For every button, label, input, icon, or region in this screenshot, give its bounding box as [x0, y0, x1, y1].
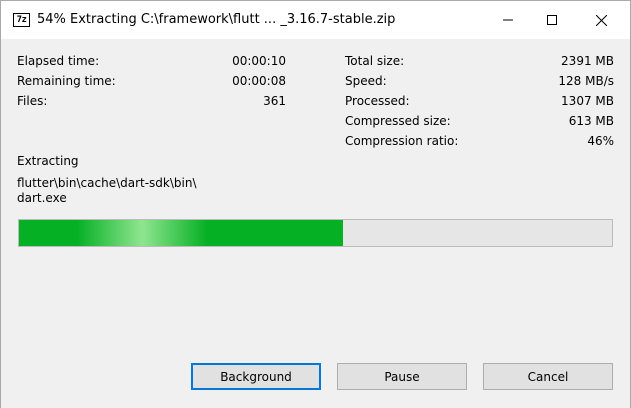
- minimize-icon: [503, 19, 513, 21]
- maximize-icon: [547, 15, 557, 25]
- compression-ratio-value: 46%: [587, 134, 614, 148]
- minimize-button[interactable]: [484, 1, 532, 39]
- title-bar[interactable]: 7z 54% Extracting C:\framework\flutt ...…: [1, 1, 630, 39]
- maximize-button[interactable]: [528, 1, 576, 39]
- files-label: Files:: [17, 94, 48, 108]
- window-title: 54% Extracting C:\framework\flutt ... _3…: [37, 12, 396, 27]
- files-value: 361: [263, 94, 286, 108]
- background-button[interactable]: Background: [191, 363, 321, 390]
- dialog-body: Elapsed time: 00:00:10 Remaining time: 0…: [1, 39, 630, 408]
- cancel-button[interactable]: Cancel: [483, 363, 613, 390]
- progress-bar-fill: [19, 220, 343, 246]
- current-file-name: dart.exe: [17, 191, 67, 205]
- compressed-size-value: 613 MB: [568, 114, 614, 128]
- elapsed-time-label: Elapsed time:: [17, 54, 100, 68]
- elapsed-time-value: 00:00:10: [232, 54, 286, 68]
- close-icon: [595, 14, 607, 26]
- total-size-value: 2391 MB: [561, 54, 614, 68]
- compressed-size-label: Compressed size:: [345, 114, 451, 128]
- extraction-progress-bar: [18, 219, 613, 247]
- processed-value: 1307 MB: [561, 94, 614, 108]
- compression-ratio-label: Compression ratio:: [345, 134, 459, 148]
- processed-label: Processed:: [345, 94, 410, 108]
- close-button[interactable]: [577, 1, 625, 39]
- 7zip-app-icon: 7z: [13, 13, 30, 27]
- remaining-time-value: 00:00:08: [232, 74, 286, 88]
- speed-label: Speed:: [345, 74, 387, 88]
- total-size-label: Total size:: [345, 54, 405, 68]
- pause-button[interactable]: Pause: [337, 363, 467, 390]
- extract-progress-window: 7z 54% Extracting C:\framework\flutt ...…: [0, 0, 631, 408]
- current-action-label: Extracting: [17, 154, 79, 168]
- speed-value: 128 MB/s: [558, 74, 614, 88]
- remaining-time-label: Remaining time:: [17, 74, 116, 88]
- current-path-line-1: flutter\bin\cache\dart-sdk\bin\: [17, 176, 197, 190]
